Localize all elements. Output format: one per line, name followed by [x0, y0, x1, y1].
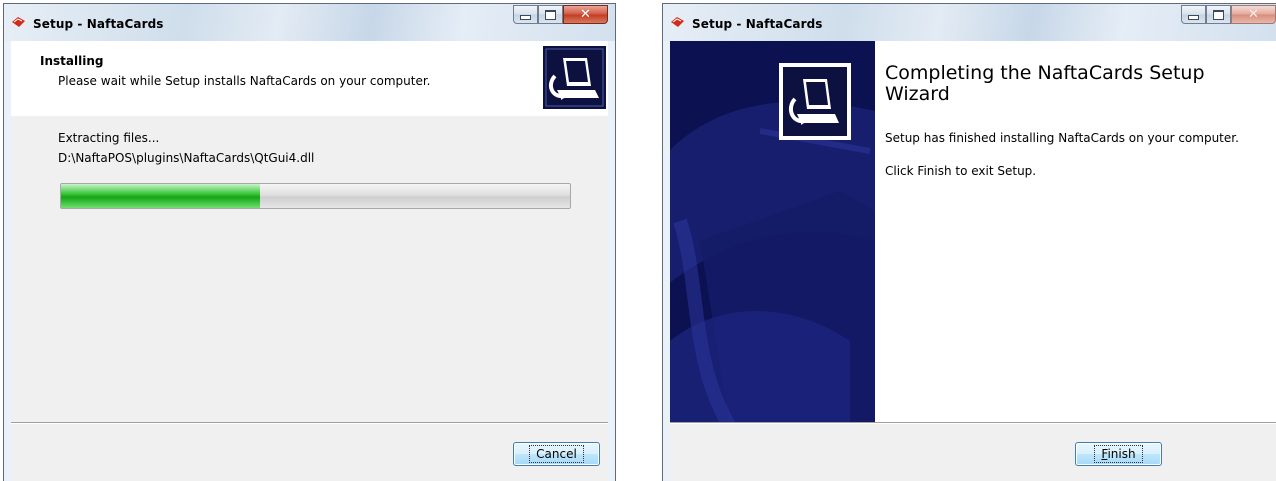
computer-install-icon [543, 46, 606, 109]
maximize-icon [545, 9, 556, 20]
setup-window-complete: Setup - NaftaCards ✕ Completing the Naft… [662, 3, 1276, 481]
computer-install-icon [783, 67, 847, 136]
maximize-button[interactable] [538, 5, 563, 24]
setup-window-installing: Setup - NaftaCards ✕ Installing Please w… [3, 3, 616, 481]
page-title: Installing [40, 54, 104, 68]
title-bar[interactable]: Setup - NaftaCards ✕ [4, 4, 615, 41]
wizard-header: Installing Please wait while Setup insta… [11, 41, 608, 116]
wizard-side-panel [670, 41, 875, 423]
minimize-button[interactable] [513, 5, 538, 24]
title-bar[interactable]: Setup - NaftaCards ✕ [663, 4, 1276, 41]
setup-app-icon [671, 17, 684, 27]
close-icon: ✕ [1248, 7, 1259, 22]
page-subtitle: Please wait while Setup installs NaftaCa… [58, 74, 431, 88]
wizard-icon-frame [779, 63, 851, 140]
close-button[interactable]: ✕ [1231, 5, 1276, 24]
footer-divider [11, 423, 608, 424]
footer-divider [670, 423, 1276, 424]
finished-message: Setup has finished installing NaftaCards… [885, 131, 1239, 145]
current-file-label: D:\NaftaPOS\plugins\NaftaCards\QtGui4.dl… [58, 151, 315, 165]
cancel-button[interactable]: Cancel [513, 442, 600, 466]
minimize-button[interactable] [1181, 5, 1206, 24]
install-progress-area: Extracting files... D:\NaftaPOS\plugins\… [11, 116, 608, 423]
page-title: Completing the NaftaCards Setup Wizard [885, 62, 1205, 105]
caption-buttons: ✕ [513, 5, 608, 25]
finish-button[interactable]: Finish [1075, 442, 1162, 466]
close-button[interactable]: ✕ [563, 5, 608, 24]
setup-app-icon [12, 17, 25, 27]
status-label: Extracting files... [58, 131, 160, 145]
minimize-icon [520, 15, 531, 20]
button-bar: Finish [670, 422, 1276, 481]
minimize-icon [1188, 15, 1199, 20]
window-title: Setup - NaftaCards [692, 17, 823, 31]
close-icon: ✕ [580, 7, 591, 22]
window-title: Setup - NaftaCards [33, 17, 164, 31]
maximize-icon [1213, 9, 1224, 20]
progress-bar [60, 183, 571, 209]
window-client: Installing Please wait while Setup insta… [11, 41, 608, 481]
caption-buttons: ✕ [1181, 5, 1276, 25]
maximize-button[interactable] [1206, 5, 1231, 24]
exit-instructions: Click Finish to exit Setup. [885, 164, 1037, 178]
wizard-content: Completing the NaftaCards Setup Wizard S… [875, 41, 1276, 423]
window-client: Completing the NaftaCards Setup Wizard S… [670, 41, 1276, 481]
progress-fill [61, 184, 260, 208]
button-bar: Cancel [11, 422, 608, 481]
